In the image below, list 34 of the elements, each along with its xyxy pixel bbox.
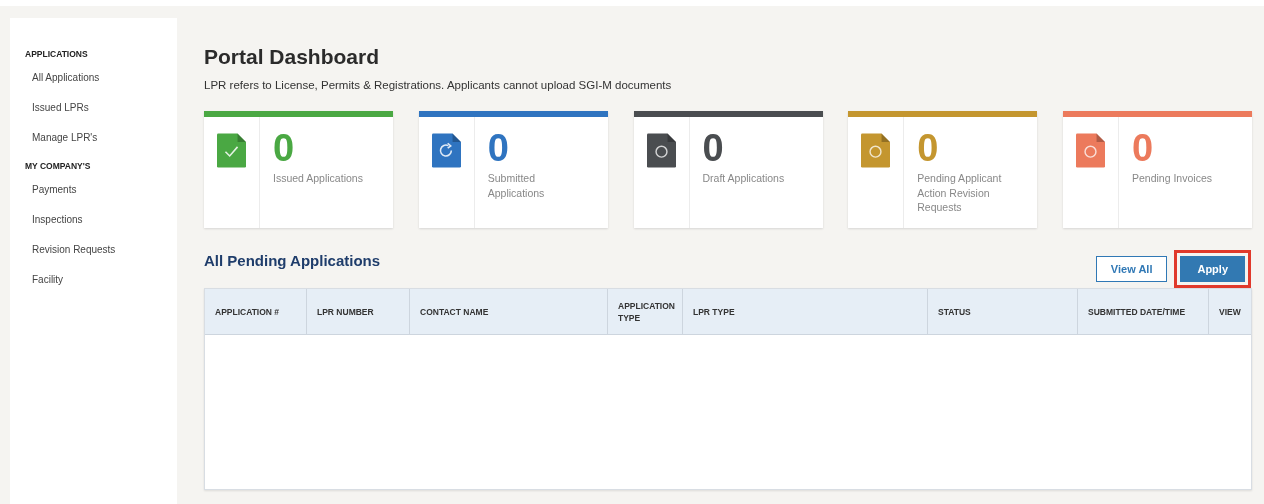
column-header: LPR NUMBER [307, 289, 410, 334]
column-header: STATUS [928, 289, 1078, 334]
apply-button[interactable]: Apply [1180, 256, 1245, 282]
sidebar-link[interactable]: Revision Requests [10, 244, 177, 258]
sidebar-link[interactable]: Inspections [10, 214, 177, 229]
section-title: All Pending Applications [204, 252, 381, 269]
page-subtitle: LPR refers to License, Permits & Registrations. Applicants cannot upload SGI-M documents [204, 78, 673, 92]
stat-count: 0 [273, 129, 296, 167]
column-header: CONTACT NAME [410, 289, 608, 334]
document-check-icon [217, 133, 246, 168]
stat-label: Issued Applications [273, 171, 364, 186]
sidebar-link[interactable]: Manage LPR's [10, 131, 177, 146]
column-header: APPLICATION TYPE [608, 289, 683, 334]
sidebar-link[interactable]: Facility [10, 273, 177, 288]
section-heading: APPLICATIONS [24, 49, 89, 61]
stat-label: Pending Invoices [1132, 171, 1213, 186]
stat-count: 0 [917, 129, 940, 167]
column-header: SUBMITTED DATE/TIME [1078, 289, 1209, 334]
stat-count: 0 [487, 129, 510, 167]
stat-label: Draft Applications [702, 171, 786, 186]
stat-count: 0 [1132, 129, 1155, 167]
sidebar-link[interactable]: All Applications [10, 72, 177, 86]
column-header: APPLICATION # [205, 289, 307, 334]
document-refresh-icon [431, 133, 461, 168]
stat-label: Pending Applicant Action Revision Requests [917, 171, 1003, 215]
view-all-button[interactable]: View All [1095, 256, 1168, 282]
section-heading: MY COMPANY'S [24, 161, 92, 174]
stat-count: 0 [702, 129, 725, 167]
sidebar-link[interactable]: Issued LPRs [10, 101, 177, 116]
sidebar-link[interactable]: Payments [10, 184, 177, 199]
page-title: Portal Dashboard [204, 44, 381, 70]
column-header: VIEW [1218, 305, 1242, 319]
column-header: LPR TYPE [683, 289, 928, 334]
stat-label: Submitted Applications [487, 171, 546, 200]
